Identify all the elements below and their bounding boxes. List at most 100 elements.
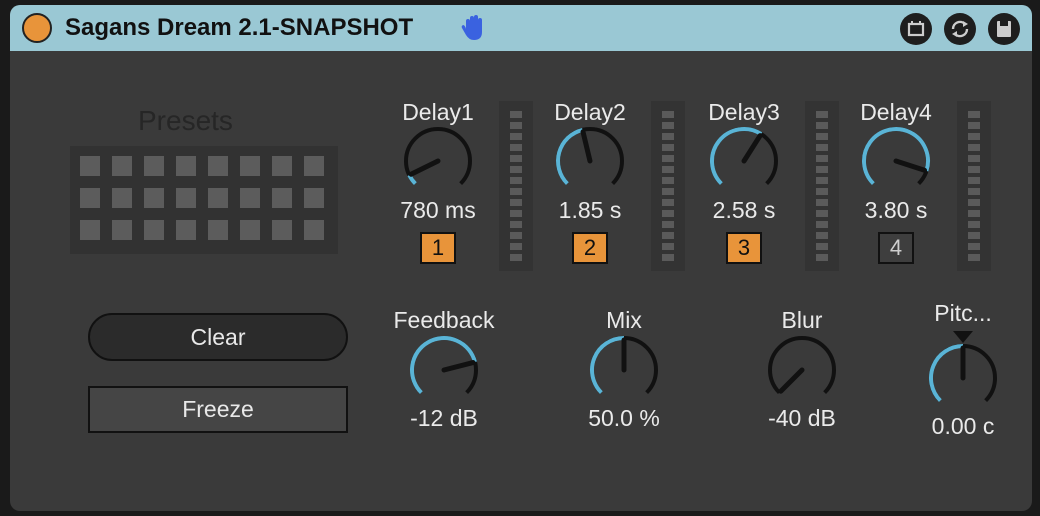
blur-knob[interactable] [762,330,842,410]
knob-pointer [408,158,441,177]
meter-segment [816,155,828,162]
knob-value-arc [862,127,930,186]
delay2-toggle[interactable]: 2 [572,232,608,264]
knob-value-arc [710,127,763,186]
meter-segment [662,254,674,261]
presets-title: Presets [138,105,233,136]
mix-knob[interactable] [584,330,664,410]
title-bar: Sagans Dream 2.1-SNAPSHOT [10,5,1032,51]
preset-slot[interactable] [240,188,260,208]
delay4-toggle[interactable]: 4 [878,232,914,264]
knob-track [768,336,836,395]
meter-segment [510,188,522,195]
clear-button[interactable]: Clear [88,313,348,361]
meter-segment [968,166,980,173]
preset-slot[interactable] [80,188,100,208]
meter-segment [968,254,980,261]
preset-slot[interactable] [208,220,228,240]
preset-slot[interactable] [272,188,292,208]
preset-slot[interactable] [144,156,164,176]
preset-slot[interactable] [112,156,132,176]
knob-value-arc [590,336,625,395]
meter-segment [510,155,522,162]
meter-segment [816,166,828,173]
freeze-button[interactable]: Freeze [88,386,348,433]
meter-segment [662,177,674,184]
save-icon[interactable] [988,13,1020,45]
presets-grid[interactable] [70,146,338,254]
preset-slot[interactable] [176,156,196,176]
preset-slot[interactable] [240,156,260,176]
knob-pointer [741,133,763,164]
delay1-meter [499,101,533,271]
preset-slot[interactable] [304,188,324,208]
delay4-meter [957,101,991,271]
refresh-icon[interactable] [944,13,976,45]
meter-segment [968,210,980,217]
preset-slot[interactable] [112,188,132,208]
knob-pointer [441,360,476,373]
meter-segment [510,144,522,151]
meter-segment [968,188,980,195]
preset-slot[interactable] [80,156,100,176]
pitch-value: 0.00 c [931,413,995,439]
meter-segment [968,155,980,162]
preset-slot[interactable] [144,220,164,240]
meter-segment [510,232,522,239]
meter-segment [968,243,980,250]
preset-slot[interactable] [144,188,164,208]
blur-value: -40 dB [768,405,836,431]
feedback-knob[interactable] [404,330,484,410]
delay3-knob[interactable] [704,121,784,201]
feedback-value: -12 dB [410,405,478,431]
delay1-toggle[interactable]: 1 [420,232,456,264]
delay3-toggle[interactable]: 3 [726,232,762,264]
meter-segment [816,188,828,195]
preset-slot[interactable] [176,188,196,208]
meter-segment [662,243,674,250]
meter-segment [510,133,522,140]
preset-slot[interactable] [272,220,292,240]
meter-segment [816,177,828,184]
meter-segment [968,122,980,129]
meter-segment [510,254,522,261]
preset-slot[interactable] [304,156,324,176]
meter-segment [662,144,674,151]
preset-slot[interactable] [208,188,228,208]
knob-value-arc [929,344,964,403]
pin-icon[interactable] [900,13,932,45]
meter-segment [968,144,980,151]
delay2-meter [651,101,685,271]
preset-slot[interactable] [240,220,260,240]
meter-segment [968,133,980,140]
delay2-knob[interactable] [550,121,630,201]
knob-pointer [778,367,805,394]
preset-slot[interactable] [112,220,132,240]
meter-segment [968,199,980,206]
preset-slot[interactable] [272,156,292,176]
delay1-knob[interactable] [398,121,478,201]
delay2-value: 1.85 s [558,197,622,223]
preset-slot[interactable] [80,220,100,240]
pitch-knob[interactable] [923,338,1003,418]
power-icon[interactable] [22,13,52,43]
delay4-value: 3.80 s [864,197,928,223]
meter-segment [968,221,980,228]
meter-segment [816,232,828,239]
pitch-label: Pitc... [934,300,992,326]
knob-pointer [580,129,593,164]
preset-slot[interactable] [208,156,228,176]
meter-segment [816,133,828,140]
meter-segment [968,111,980,118]
delay3-value: 2.58 s [712,197,776,223]
preset-slot[interactable] [304,220,324,240]
meter-segment [816,254,828,261]
delay4-knob[interactable] [856,121,936,201]
meter-segment [662,188,674,195]
mix-value: 50.0 % [588,405,660,431]
knob-pointer [893,158,928,173]
pitch-center-marker [953,331,973,343]
meter-segment [968,177,980,184]
preset-slot[interactable] [176,220,196,240]
hand-icon [461,15,482,40]
